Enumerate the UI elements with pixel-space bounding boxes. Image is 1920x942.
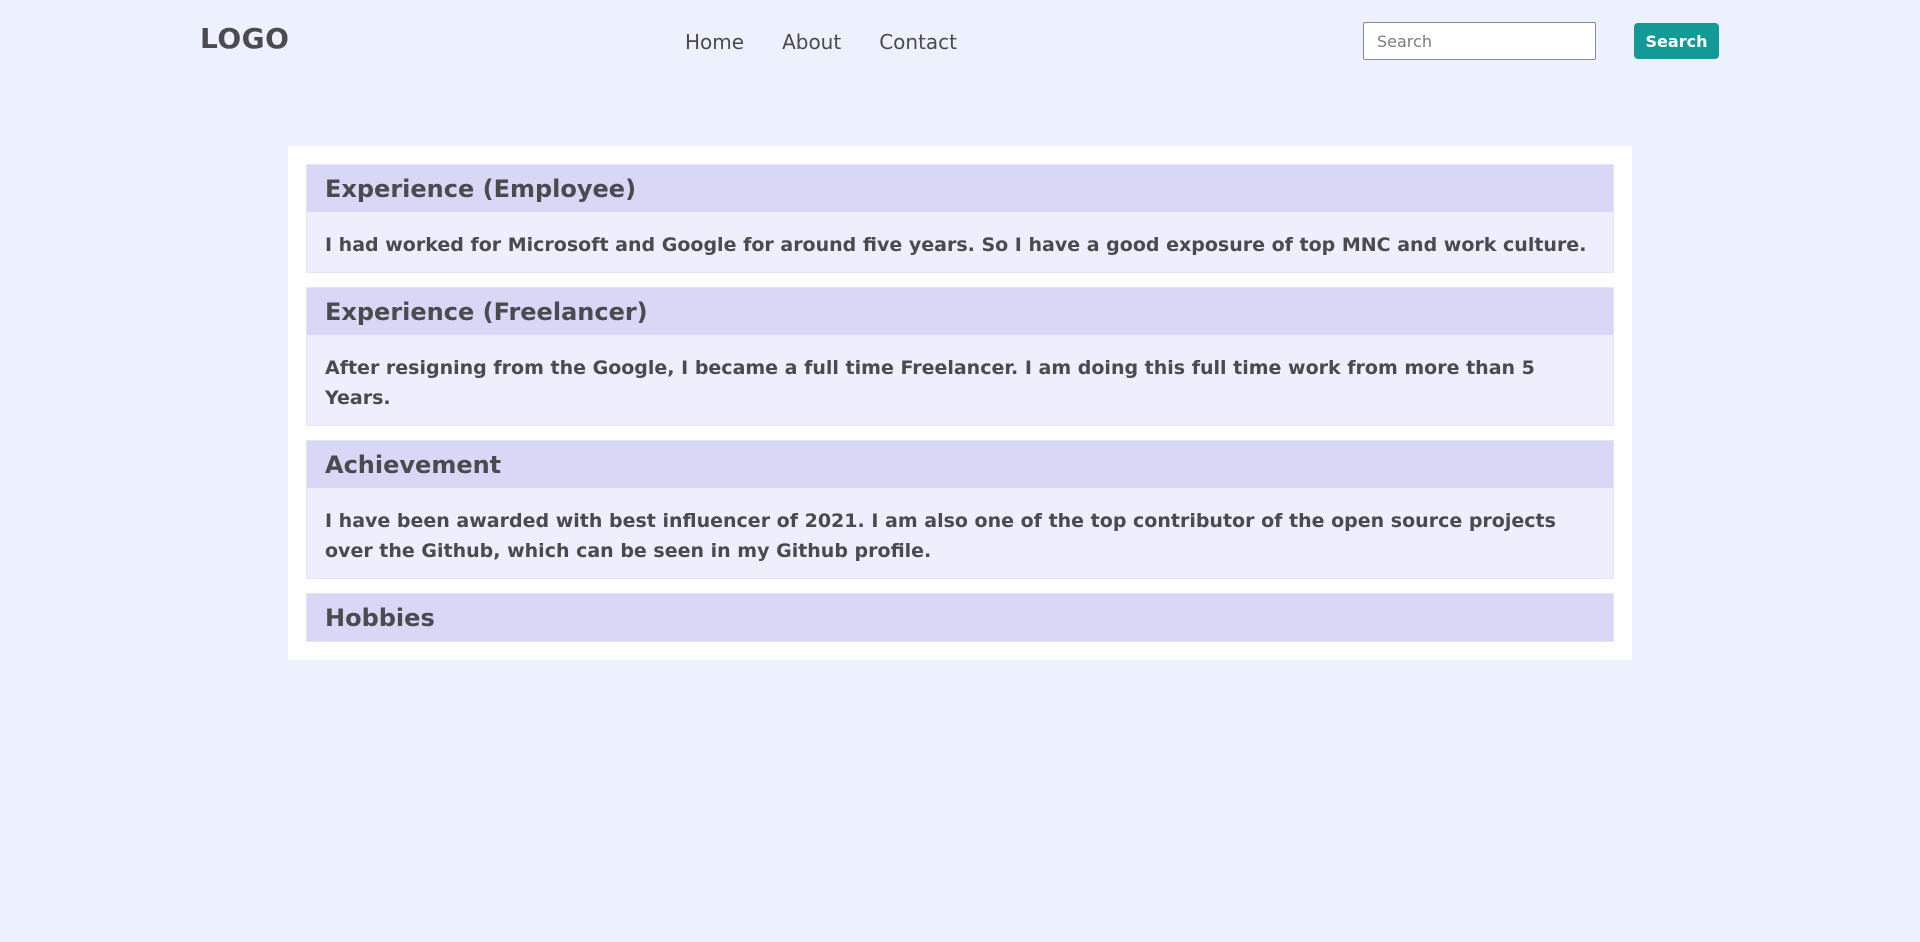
accordion-header[interactable]: Hobbies (307, 594, 1613, 641)
nav-link-contact[interactable]: Contact (879, 30, 957, 54)
accordion-header[interactable]: Experience (Employee) (307, 165, 1613, 212)
accordion-container: Experience (Employee) I had worked for M… (288, 146, 1632, 660)
search-input[interactable] (1363, 22, 1596, 60)
accordion-section-hobbies: Hobbies (306, 593, 1614, 642)
navbar: LOGO Home About Contact Search (0, 0, 1920, 84)
accordion-section-achievement: Achievement I have been awarded with bes… (306, 440, 1614, 579)
search-button[interactable]: Search (1634, 23, 1719, 59)
nav-link-about[interactable]: About (782, 30, 841, 54)
nav-link-home[interactable]: Home (685, 30, 744, 54)
logo[interactable]: LOGO (200, 22, 289, 55)
accordion-header[interactable]: Achievement (307, 441, 1613, 488)
accordion-section-freelancer: Experience (Freelancer) After resigning … (306, 287, 1614, 426)
nav-links: Home About Contact (685, 30, 995, 54)
accordion-body: I had worked for Microsoft and Google fo… (325, 234, 1587, 256)
accordion-body: I have been awarded with best influencer… (325, 510, 1556, 562)
accordion-body: After resigning from the Google, I becam… (325, 357, 1535, 409)
accordion-section-employee: Experience (Employee) I had worked for M… (306, 164, 1614, 273)
accordion-header[interactable]: Experience (Freelancer) (307, 288, 1613, 335)
